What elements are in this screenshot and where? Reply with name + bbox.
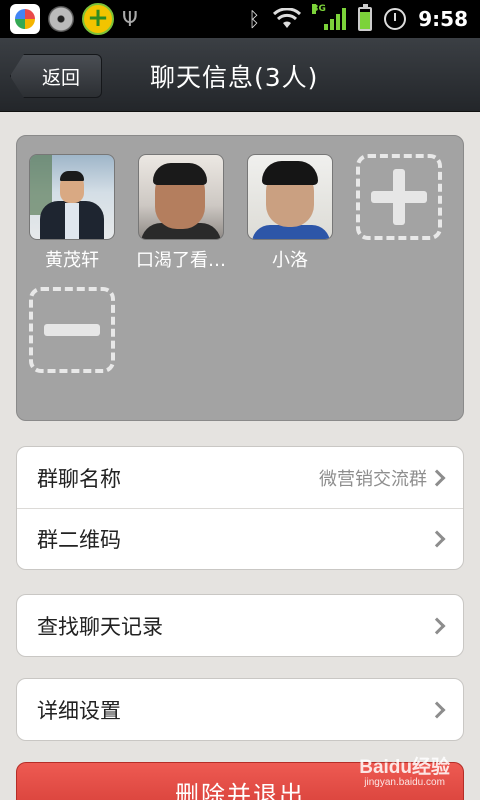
alarm-icon [384, 8, 407, 30]
system-icons: ᛒ 3G 9:58 [248, 4, 480, 31]
media-disc-icon [48, 6, 74, 32]
signal-icon: 3G [312, 4, 347, 30]
avatar[interactable] [247, 154, 333, 240]
member-item[interactable]: 口渴了看… [136, 154, 226, 272]
member-name: 黄茂轩 [45, 250, 99, 271]
avatar[interactable] [138, 154, 224, 240]
plus-shield-icon: + [82, 3, 114, 35]
member-grid: 黄茂轩 口渴了看… 小洛 [16, 135, 464, 421]
search-history-label: 查找聊天记录 [37, 614, 163, 639]
detail-settings-label: 详细设置 [37, 698, 121, 723]
chevron-right-icon [428, 701, 446, 718]
chevron-right-icon [428, 530, 446, 548]
back-button[interactable]: 返回 [10, 54, 102, 98]
watermark-url: jingyan.baidu.com [364, 777, 445, 788]
remove-member-button[interactable] [29, 287, 115, 373]
group-name-value: 微营销交流群 [319, 468, 427, 490]
app-store-icon [10, 4, 40, 34]
watermark: Baidu经验 jingyan.baidu.com [359, 752, 450, 788]
usb-icon: Ψ [122, 7, 138, 31]
search-section: 查找聊天记录 [16, 594, 464, 657]
member-item[interactable]: 黄茂轩 [29, 154, 115, 272]
group-name-row[interactable]: 群聊名称 微营销交流群 [17, 447, 463, 508]
group-info-section: 群聊名称 微营销交流群 群二维码 [16, 446, 464, 570]
detail-settings-row[interactable]: 详细设置 [17, 679, 463, 740]
chevron-right-icon [428, 617, 446, 634]
battery-icon [358, 4, 373, 31]
network-type: 3G [312, 4, 326, 14]
search-history-row[interactable]: 查找聊天记录 [17, 595, 463, 656]
member-item[interactable]: 小洛 [247, 154, 333, 272]
status-bar: + Ψ ᛒ 3G 9:58 [0, 0, 480, 38]
notification-icons: + Ψ [0, 3, 138, 35]
minus-icon [44, 324, 100, 336]
member-name: 小洛 [272, 250, 308, 271]
group-qr-label: 群二维码 [37, 528, 121, 552]
status-time: 9:58 [418, 7, 468, 31]
add-member-button[interactable] [356, 154, 442, 240]
title-bar: 返回 聊天信息(3人) [0, 38, 480, 112]
bluetooth-icon: ᛒ [248, 7, 261, 31]
chevron-right-icon [428, 469, 446, 486]
avatar[interactable] [29, 154, 115, 240]
settings-section: 详细设置 [16, 678, 464, 741]
group-qr-row[interactable]: 群二维码 [17, 508, 463, 569]
watermark-logo: Baidu经验 [359, 757, 450, 778]
wifi-icon [273, 8, 302, 28]
member-name: 口渴了看… [136, 250, 226, 271]
group-name-label: 群聊名称 [37, 466, 121, 491]
page-title: 聊天信息(3人) [150, 63, 319, 92]
